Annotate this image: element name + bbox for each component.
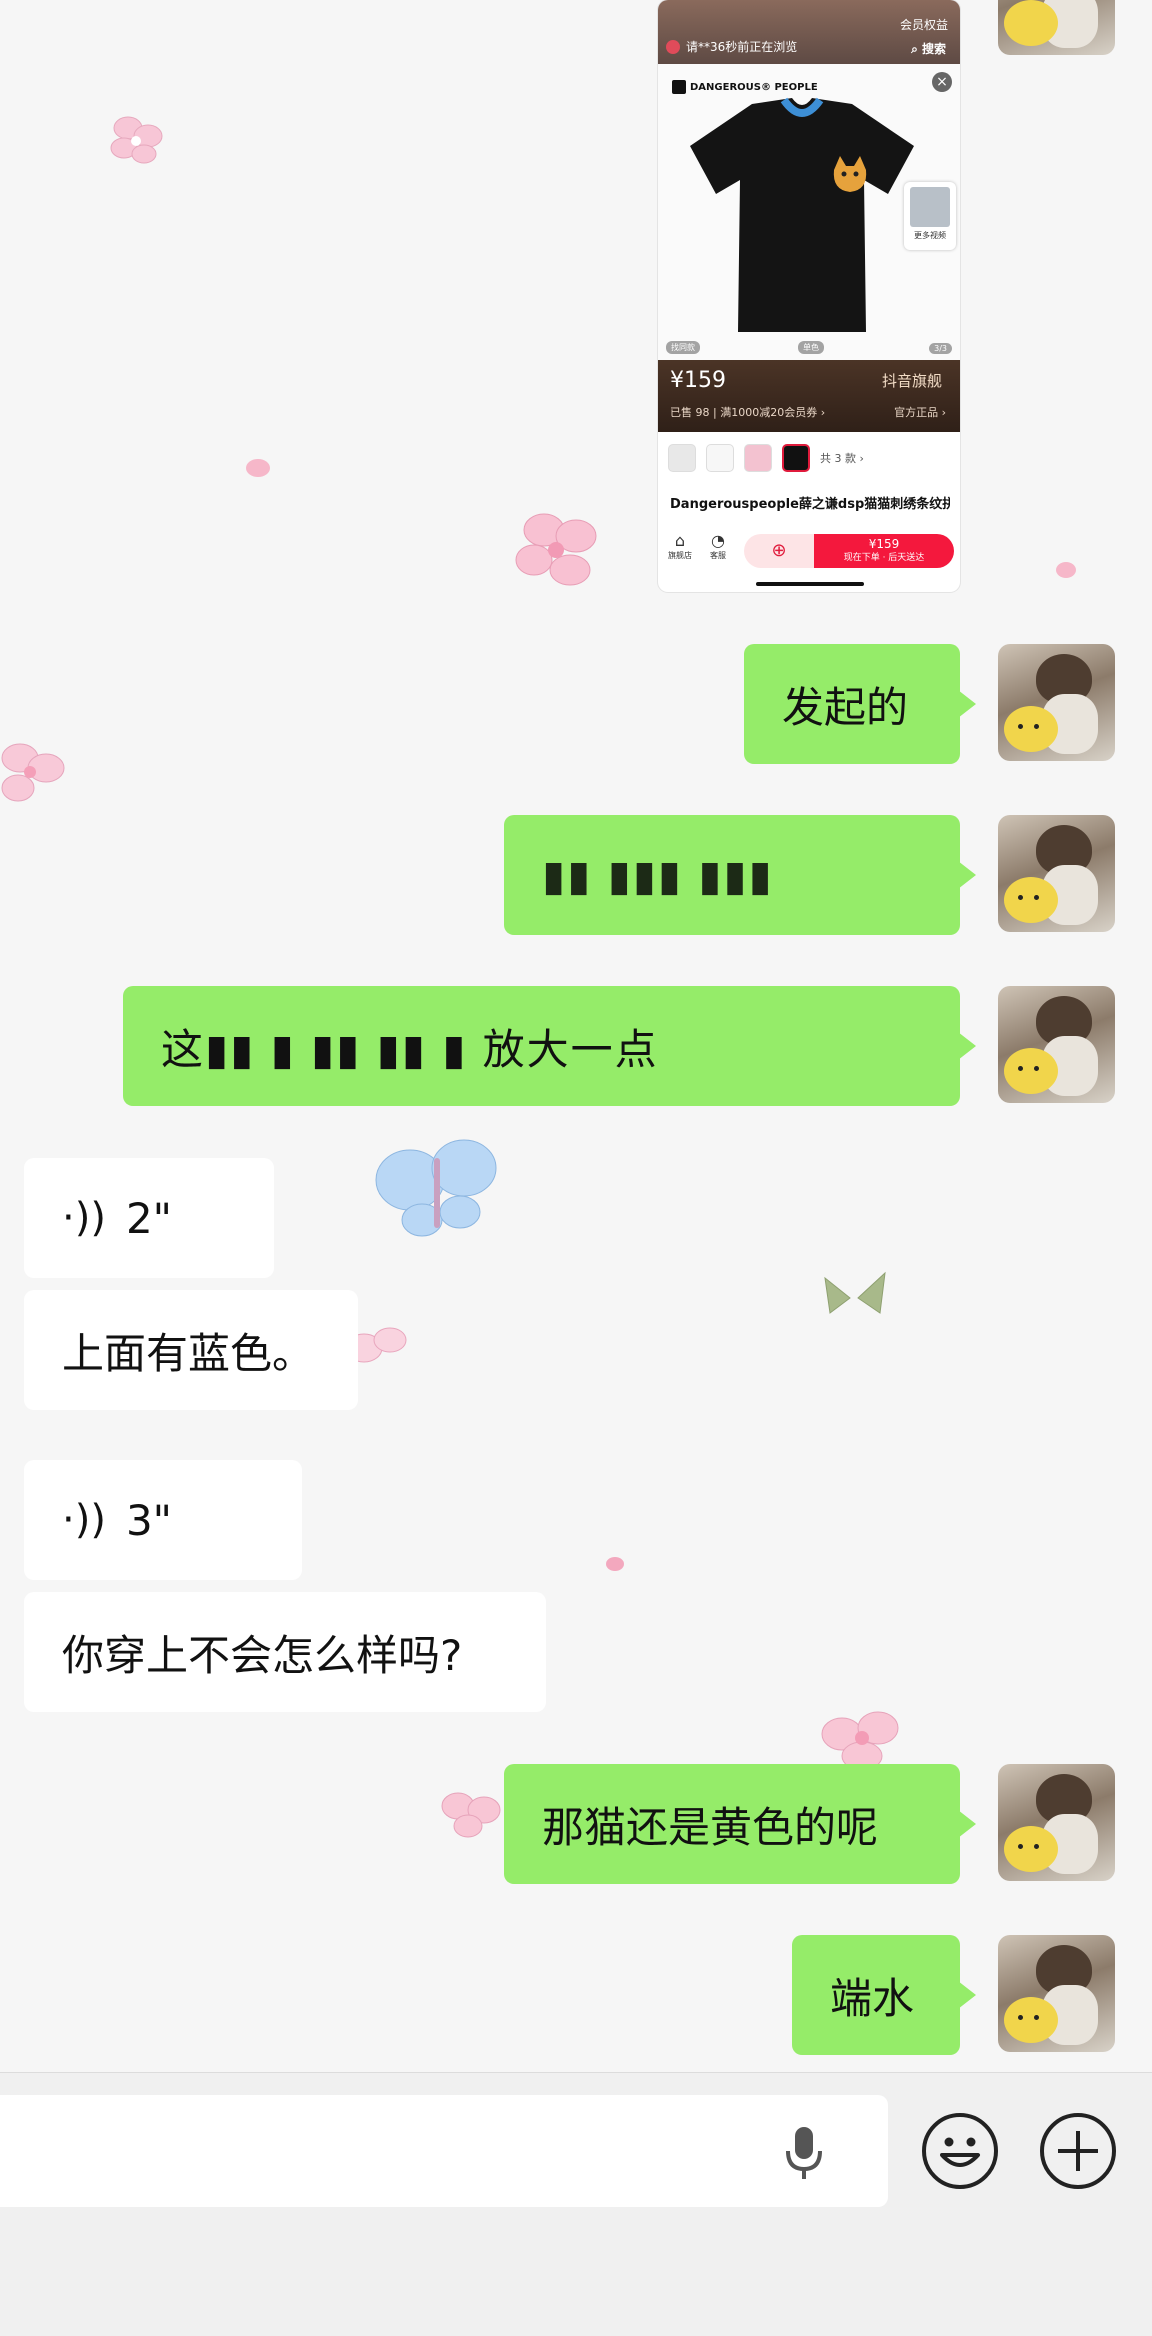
sent-message[interactable]: 端水 — [792, 1935, 976, 2055]
more-videos-button[interactable]: 更多视频 — [904, 182, 956, 250]
find-similar-label[interactable]: 找同款 — [666, 341, 700, 354]
chat-icon: ◔ — [711, 531, 725, 550]
buy-now-button[interactable]: ¥159 现在下单 · 后天送达 — [814, 534, 954, 568]
avatar[interactable] — [998, 815, 1115, 932]
received-voice-message[interactable]: ·)) 2" — [24, 1158, 274, 1278]
petal-decoration-icon — [606, 1557, 624, 1571]
live-browsing-bar: 请**36秒前正在浏览 会员权益 ⌕ 搜索 — [658, 0, 960, 64]
avatar[interactable] — [998, 644, 1115, 761]
censored-text: 这▮▮ ▮ ▮▮ ▮▮ ▮ 放大一点 — [161, 1024, 659, 1074]
censored-text: ▮▮ ▮▮▮ ▮▮▮ — [542, 850, 774, 900]
sold-and-promo: 已售 98 | 满1000减20会员券 › — [670, 406, 826, 419]
smiley-icon — [940, 2137, 980, 2167]
received-voice-message[interactable]: ·)) 3" — [24, 1460, 302, 1580]
cart-icon: ⊕ — [771, 540, 787, 561]
sent-message[interactable]: 发起的 — [744, 644, 976, 764]
color-option[interactable] — [706, 444, 734, 472]
color-options[interactable]: 共 3 款 › — [668, 444, 864, 472]
flower-decoration-icon — [441, 1792, 501, 1838]
butterfly-decoration-icon — [824, 1271, 886, 1314]
received-message[interactable]: 你穿上不会怎么样吗? — [24, 1592, 546, 1712]
more-button[interactable] — [1040, 2113, 1116, 2189]
brand-logo: DANGEROUS® PEOPLE — [672, 80, 818, 94]
input-bar — [0, 2072, 1152, 2336]
product-image[interactable]: DANGEROUS® PEOPLE × 更多视频 找同款 单色 3/3 — [658, 64, 960, 360]
message-input[interactable] — [0, 2095, 888, 2207]
emoji-button[interactable] — [922, 2113, 998, 2189]
image-index: 3/3 — [929, 343, 952, 354]
plus-icon — [1058, 2131, 1098, 2171]
voice-wave-icon: ·)) — [62, 1497, 106, 1543]
voice-wave-icon: ·)) — [62, 1195, 106, 1241]
butterfly-decoration-icon — [375, 1139, 497, 1237]
avatar[interactable] — [998, 986, 1115, 1103]
flower-decoration-icon — [1, 743, 65, 802]
avatar[interactable] — [998, 1935, 1115, 2052]
close-icon[interactable]: × — [932, 72, 952, 92]
color-option[interactable] — [668, 444, 696, 472]
petal-decoration-icon — [246, 459, 270, 477]
chat-area[interactable]: 请**36秒前正在浏览 会员权益 ⌕ 搜索 DANGEROUS® PEOPLE … — [0, 0, 1152, 2072]
store-button[interactable]: ⌂ 旗舰店 — [666, 532, 694, 561]
flower-decoration-icon — [515, 513, 597, 586]
color-option[interactable] — [744, 444, 772, 472]
sent-message-censored[interactable]: 这▮▮ ▮ ▮▮ ▮▮ ▮ 放大一点 — [123, 986, 976, 1106]
price-bar: ¥159 已售 98 | 满1000减20会员券 › 抖音旗舰 官方正品 › — [658, 360, 960, 432]
member-benefits-link[interactable]: 会员权益 — [900, 16, 948, 33]
search-button[interactable]: ⌕ 搜索 — [911, 40, 946, 57]
avatar[interactable] — [998, 0, 1115, 55]
voice-duration: 2" — [125, 1193, 172, 1243]
store-icon: ⌂ — [674, 531, 686, 550]
product-title: Dangerouspeople薛之谦dsp猫猫刺绣条纹拼接短袖男T恤 — [670, 497, 950, 512]
avatar[interactable] — [998, 1764, 1115, 1881]
live-browsing-text: 请**36秒前正在浏览 — [686, 40, 798, 54]
tshirt-icon — [690, 97, 914, 332]
add-to-cart-button[interactable]: ⊕ — [744, 534, 814, 568]
purchase-bar: ⌂ 旗舰店 ◔ 客服 ⊕ ¥159 现在下单 · 后天送达 — [658, 528, 960, 572]
petal-decoration-icon — [1056, 562, 1076, 578]
sent-message[interactable]: 那猫还是黄色的呢 — [504, 1764, 976, 1884]
price-text: ¥159 — [670, 368, 726, 393]
color-option-selected[interactable] — [782, 444, 810, 472]
color-count[interactable]: 共 3 款 › — [820, 450, 864, 466]
user-avatar-icon — [666, 39, 680, 54]
store-flag: 抖音旗舰 — [881, 372, 942, 390]
flower-decoration-icon — [110, 116, 163, 164]
voice-duration: 3" — [125, 1495, 172, 1545]
microphone-icon[interactable] — [784, 2123, 824, 2183]
home-indicator — [756, 582, 864, 586]
customer-service-button[interactable]: ◔ 客服 — [704, 532, 732, 561]
sent-message-censored[interactable]: ▮▮ ▮▮▮ ▮▮▮ — [504, 815, 976, 935]
color-label: 单色 — [798, 341, 824, 354]
received-message[interactable]: 上面有蓝色。 — [24, 1290, 358, 1410]
authentic-label: 官方正品 › — [894, 406, 946, 419]
product-card-message[interactable]: 请**36秒前正在浏览 会员权益 ⌕ 搜索 DANGEROUS® PEOPLE … — [658, 0, 960, 592]
